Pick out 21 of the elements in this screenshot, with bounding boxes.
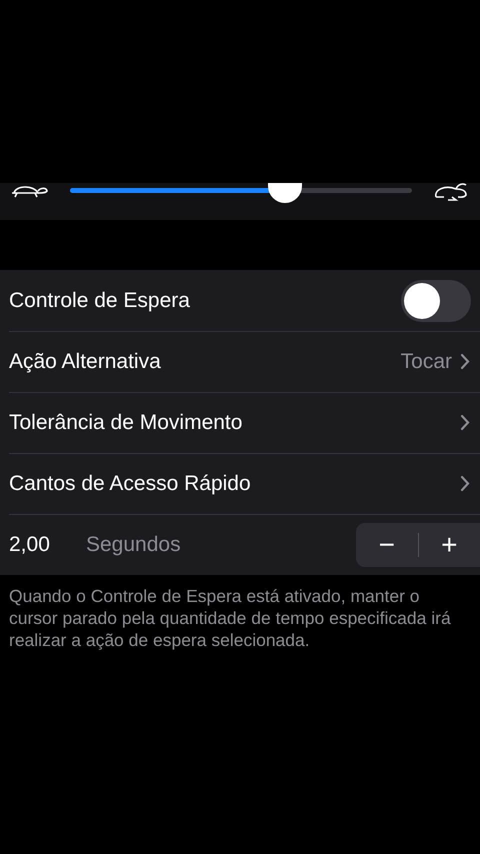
speed-slider[interactable]: [70, 183, 412, 203]
increment-button[interactable]: +: [418, 522, 480, 566]
turtle-icon: [10, 183, 50, 199]
settings-row[interactable]: Tolerância de Movimento: [0, 392, 480, 453]
chevron-icon: [460, 475, 470, 492]
slider-thumb[interactable]: [268, 183, 302, 203]
footer-note: Quando o Controle de Espera está ativado, manter o cursor parado pela quantidade de tempo especificada irá realizar a ação de espera selecionada.: [8, 585, 452, 652]
setting-label: Cantos de Acesso Rápido: [9, 472, 252, 496]
setting-value: Tocar: [400, 350, 452, 374]
setting-label: Ação Alternativa: [9, 350, 162, 374]
setting-label: Controle de Espera: [9, 288, 191, 312]
settings-row[interactable]: Ação Alternativa Tocar: [0, 331, 480, 392]
settings-row[interactable]: Cantos de Acesso Rápido: [0, 453, 480, 514]
duration-value: 2,00: [9, 532, 51, 556]
toggle-switch[interactable]: [401, 280, 471, 322]
unit-label: Segundos: [86, 532, 182, 556]
stepper-control[interactable]: − +: [356, 522, 480, 566]
chevron-icon: [460, 353, 470, 370]
setting-label: Tolerância de Movimento: [9, 410, 244, 434]
chevron-icon: [460, 414, 470, 431]
decrement-button[interactable]: −: [356, 522, 418, 566]
